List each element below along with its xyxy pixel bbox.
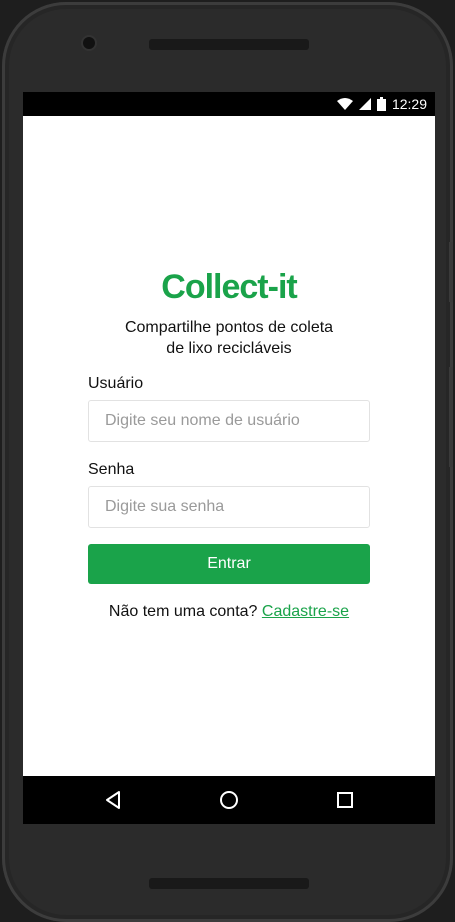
status-icons: 12:29 <box>336 92 427 116</box>
recents-icon <box>337 792 353 808</box>
bottom-speaker <box>149 878 309 889</box>
signup-row: Não tem uma conta? Cadastre-se <box>23 603 435 621</box>
back-button[interactable] <box>101 788 125 812</box>
status-bar: 12:29 <box>23 92 435 116</box>
password-input[interactable] <box>88 486 370 528</box>
back-icon <box>106 791 120 809</box>
login-screen: Collect-it Compartilhe pontos de coleta … <box>23 116 435 776</box>
signup-link[interactable]: Cadastre-se <box>262 603 349 620</box>
power-button <box>449 367 453 467</box>
app-title: Collect-it <box>161 268 297 306</box>
username-input[interactable] <box>88 400 370 442</box>
navigation-bar <box>23 776 435 824</box>
username-label: Usuário <box>88 375 144 392</box>
tagline-line-2: de lixo recicláveis <box>166 340 292 357</box>
earpiece-speaker <box>149 39 309 50</box>
volume-button <box>449 242 453 302</box>
status-time: 12:29 <box>391 96 427 112</box>
phone-frame: 12:29 Collect-it Compartilhe pontos de c… <box>2 2 453 922</box>
tagline-line-1: Compartilhe pontos de coleta <box>124 319 334 336</box>
screen: 12:29 Collect-it Compartilhe pontos de c… <box>23 92 435 824</box>
battery-icon <box>376 97 386 111</box>
wifi-icon <box>336 98 353 110</box>
signal-icon <box>358 98 371 110</box>
recents-button[interactable] <box>333 788 357 812</box>
signup-prompt: Não tem uma conta? <box>108 603 258 620</box>
home-icon <box>220 791 238 809</box>
app-tagline: Compartilhe pontos de coleta de lixo rec… <box>23 317 435 359</box>
front-camera <box>83 37 95 49</box>
home-button[interactable] <box>217 788 241 812</box>
login-button[interactable]: Entrar <box>88 544 370 584</box>
password-label: Senha <box>88 461 135 478</box>
